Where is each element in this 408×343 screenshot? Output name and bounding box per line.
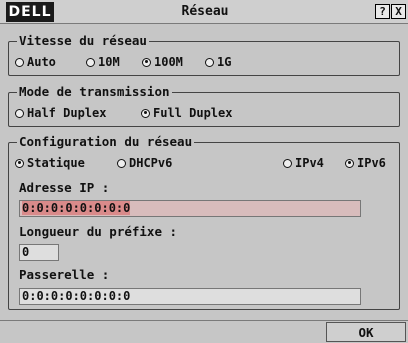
- duplex-legend: Mode de transmission: [17, 84, 172, 99]
- dhcpv6-label: DHCPv6: [129, 156, 173, 170]
- radio-dot-icon: [15, 57, 24, 67]
- dhcpv6-radio[interactable]: DHCPv6: [117, 156, 172, 170]
- ipv6-radio[interactable]: IPv6: [345, 156, 386, 170]
- window-title: Réseau: [181, 4, 229, 19]
- half-duplex-label: Half Duplex: [27, 106, 107, 120]
- speed-100m-label: 100M: [154, 55, 183, 69]
- help-button[interactable]: ?: [375, 4, 390, 19]
- title-bar: DELL Réseau ? X: [0, 0, 408, 24]
- ipv4-radio[interactable]: IPv4: [283, 156, 324, 170]
- speed-100m-radio[interactable]: 100M: [142, 55, 183, 69]
- static-radio[interactable]: Statique: [15, 156, 85, 170]
- speed-10m-radio[interactable]: 10M: [86, 55, 120, 69]
- config-group: Configuration du réseau Statique DHCPv6 …: [8, 134, 400, 310]
- static-label: Statique: [27, 156, 85, 170]
- radio-selected-icon: [15, 158, 24, 168]
- speed-auto-radio[interactable]: Auto: [15, 55, 56, 69]
- radio-selected-icon: [142, 57, 151, 67]
- speed-legend: Vitesse du réseau: [17, 33, 149, 48]
- ipv6-label: IPv6: [357, 156, 386, 170]
- radio-dot-icon: [205, 57, 214, 67]
- radio-dot-icon: [15, 108, 24, 118]
- half-duplex-radio[interactable]: Half Duplex: [15, 106, 106, 120]
- gateway-label: Passerelle :: [19, 267, 110, 282]
- radio-dot-icon: [86, 57, 95, 67]
- full-duplex-label: Full Duplex: [153, 106, 233, 120]
- network-settings-window: DELL Réseau ? X Vitesse du réseau Auto 1…: [0, 0, 408, 343]
- radio-selected-icon: [141, 108, 150, 118]
- ip-address-label: Adresse IP :: [19, 180, 110, 195]
- config-legend: Configuration du réseau: [17, 134, 195, 149]
- gateway-input[interactable]: 0:0:0:0:0:0:0:0: [19, 288, 361, 305]
- ipv4-label: IPv4: [295, 156, 324, 170]
- ok-button[interactable]: OK: [326, 322, 406, 342]
- speed-group: Vitesse du réseau Auto 10M 100M 1G: [8, 33, 400, 76]
- prefix-length-label: Longueur du préfixe :: [19, 224, 178, 239]
- close-button[interactable]: X: [391, 4, 406, 19]
- radio-dot-icon: [117, 158, 126, 168]
- speed-1g-radio[interactable]: 1G: [205, 55, 231, 69]
- radio-selected-icon: [345, 158, 354, 168]
- speed-1g-label: 1G: [217, 55, 232, 69]
- ip-address-input[interactable]: 0:0:0:0:0:0:0:0: [19, 200, 361, 217]
- duplex-group: Mode de transmission Half Duplex Full Du…: [8, 84, 400, 127]
- speed-10m-label: 10M: [98, 55, 120, 69]
- radio-dot-icon: [283, 158, 292, 168]
- full-duplex-radio[interactable]: Full Duplex: [141, 106, 232, 120]
- prefix-length-input[interactable]: 0: [19, 244, 59, 261]
- ip-address-value: 0:0:0:0:0:0:0:0: [22, 201, 131, 215]
- dell-logo: DELL: [6, 2, 54, 22]
- speed-auto-label: Auto: [27, 55, 56, 69]
